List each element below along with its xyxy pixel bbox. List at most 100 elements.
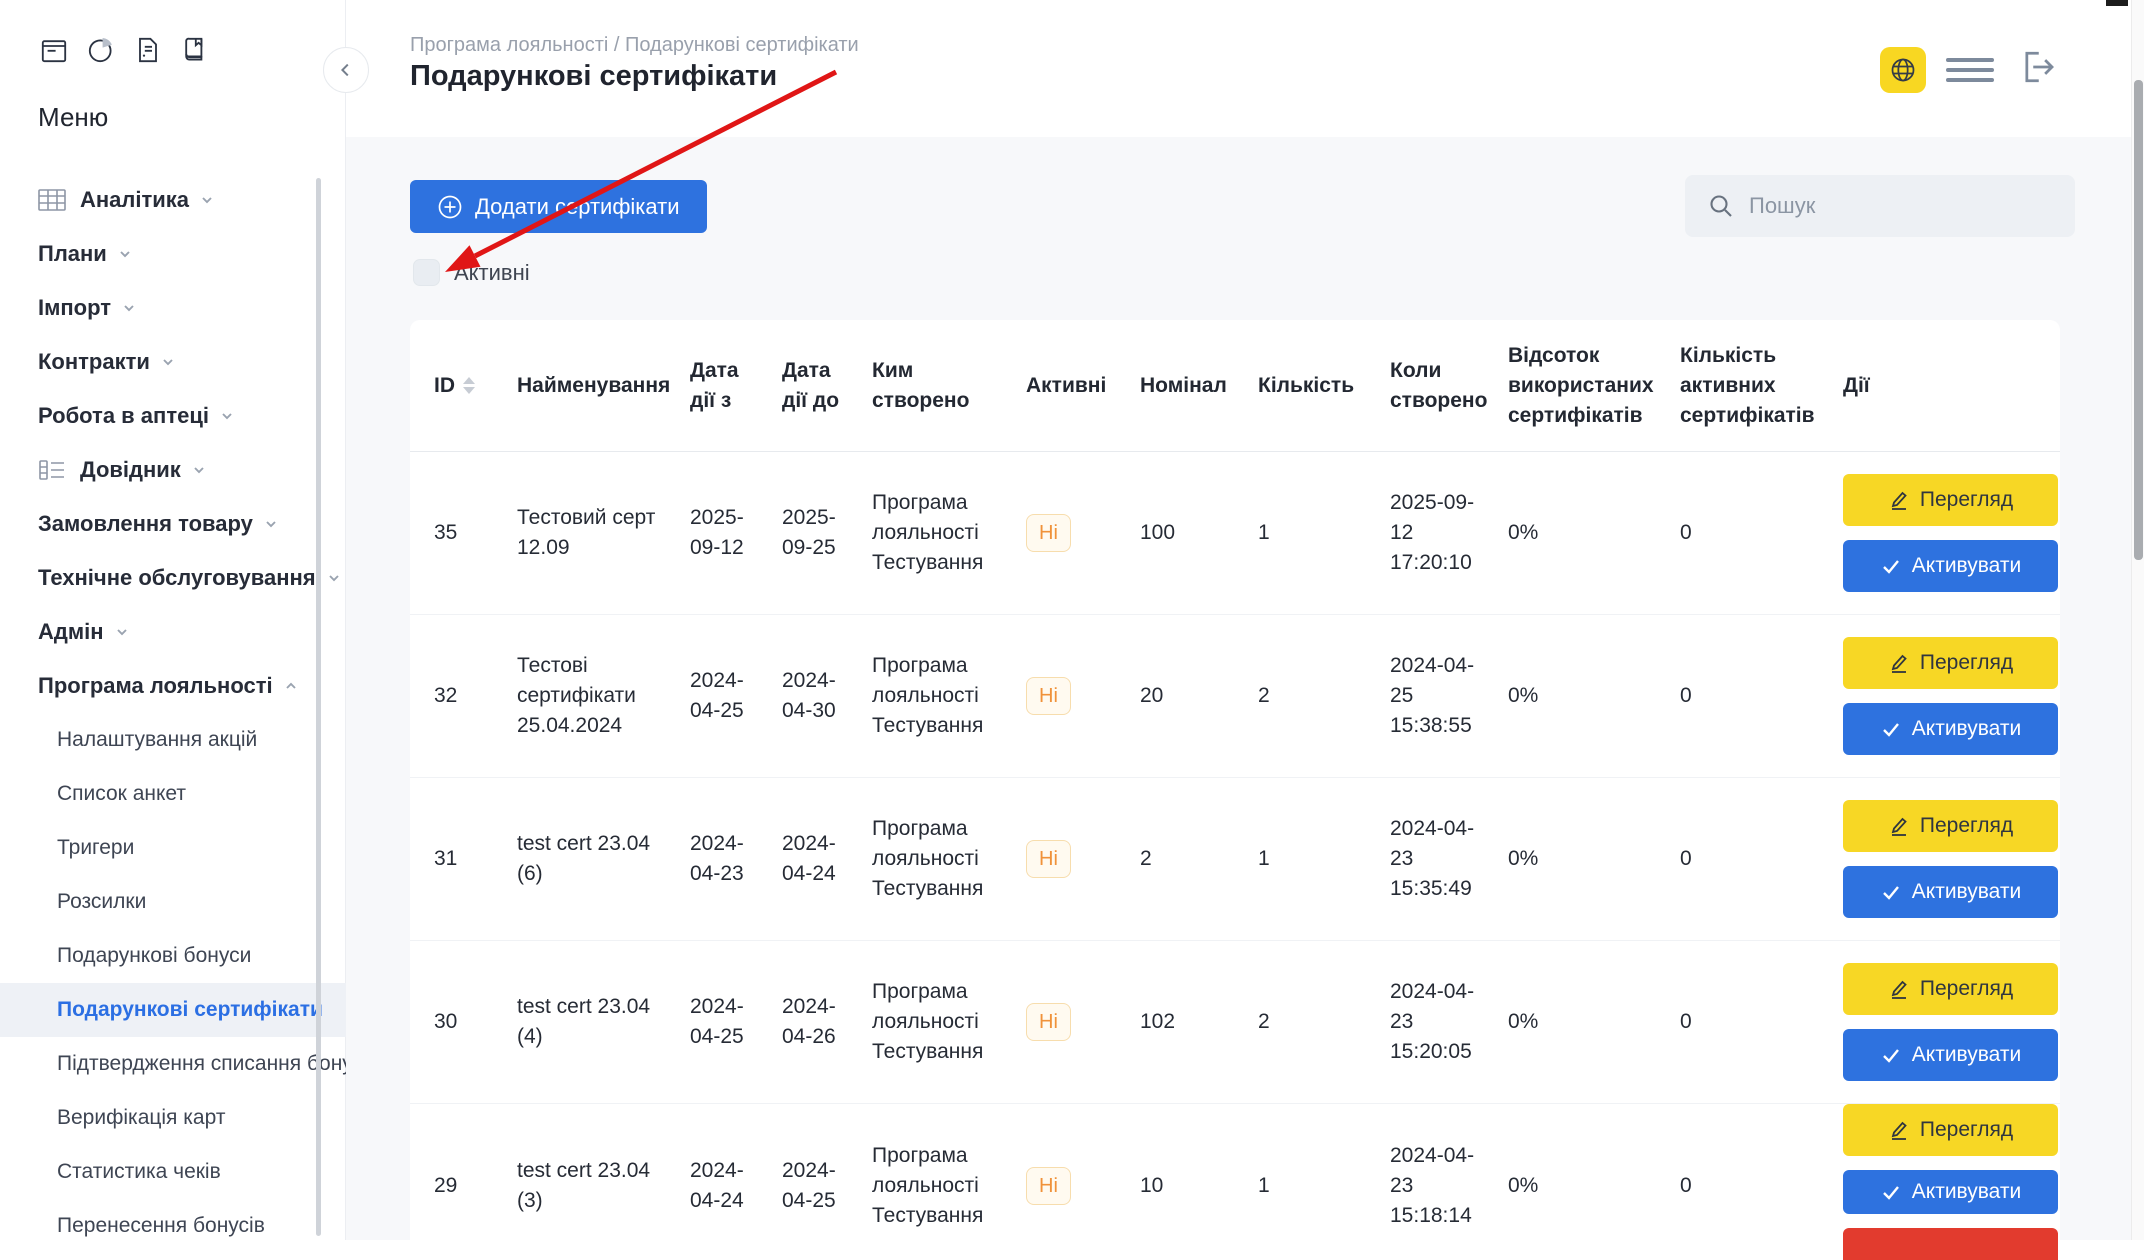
activate-button[interactable]: Активувати (1843, 540, 2058, 592)
active-filter-checkbox[interactable] (413, 259, 440, 286)
language-button[interactable] (1880, 46, 1926, 93)
globe-icon (1891, 58, 1915, 81)
activate-button[interactable]: Активувати (1843, 1170, 2058, 1214)
pie-chart-icon[interactable] (85, 34, 117, 66)
check-icon (1882, 886, 1899, 900)
sidebar-subitem-mailings[interactable]: Розсилки (0, 875, 346, 929)
active-filter: Активні (413, 259, 530, 286)
sidebar-subitem-receipt-stats[interactable]: Статистика чеків (0, 1145, 346, 1199)
column-header-valid-to: Дата дії до (782, 358, 840, 412)
scrollbar-thumb[interactable] (2134, 80, 2143, 560)
activate-button[interactable]: Активувати (1843, 1029, 2058, 1081)
search (1685, 175, 2075, 237)
table-row: 29 test cert 23.04 (3) 2024-04-24 2024-0… (410, 1104, 2060, 1260)
sidebar-subitem-promo-settings[interactable]: Налаштування акцій (0, 713, 346, 767)
chevron-down-icon (124, 305, 134, 312)
column-header-name: Найменування (517, 373, 671, 397)
column-header-active-certs: Кількість активних сертифікатів (1680, 343, 1815, 427)
search-input[interactable] (1685, 175, 2075, 237)
chevron-down-icon (202, 197, 212, 204)
chevron-down-icon (116, 629, 127, 636)
breadcrumb[interactable]: Програма лояльності / Подарункові сертиф… (410, 34, 859, 57)
sidebar-item-admin[interactable]: Адмін (0, 605, 346, 659)
view-button[interactable]: Перегляд (1843, 963, 2058, 1015)
chevron-down-icon (194, 467, 204, 474)
add-certificates-button[interactable]: Додати сертифікати (410, 180, 707, 233)
logo-icon-row (38, 34, 211, 66)
sidebar-subitem-bonus-writeoff-confirm[interactable]: Підтвердження списання бону... (0, 1037, 346, 1091)
status-badge: Ні (1026, 1167, 1071, 1205)
table-row: 31 test cert 23.04 (6) 2024-04-23 2024-0… (410, 778, 2060, 941)
chevron-up-icon (285, 682, 296, 689)
view-button[interactable]: Перегляд (1843, 637, 2058, 689)
content-area: Додати сертифікати Активні ID Найменуван… (346, 137, 2144, 1260)
list-rows-icon (38, 458, 66, 482)
main-area: Програма лояльності / Подарункові сертиф… (323, 0, 2144, 1260)
column-header-used-percent: Відсоток використаних сертифікатів (1508, 343, 1654, 427)
view-button[interactable]: Перегляд (1843, 474, 2058, 526)
sidebar-subitem-triggers[interactable]: Тригери (0, 821, 346, 875)
edit-icon (1891, 1121, 1907, 1140)
table-grid-icon (38, 188, 66, 212)
window-scrollbar[interactable] (2131, 0, 2144, 1240)
logout-button[interactable] (2014, 45, 2058, 94)
sidebar-collapse-button[interactable] (323, 47, 369, 93)
status-badge: Ні (1026, 1003, 1071, 1041)
chevron-down-icon (266, 521, 276, 528)
chevron-down-icon (163, 359, 173, 366)
edit-icon (1891, 654, 1907, 673)
sidebar-scrollbar[interactable] (316, 178, 321, 1236)
plus-circle-icon (438, 195, 462, 218)
check-icon (1882, 1049, 1899, 1063)
sort-icon (463, 377, 475, 394)
edit-icon (1891, 980, 1907, 999)
topbar: Програма лояльності / Подарункові сертиф… (346, 0, 2144, 137)
column-header-created-by: Ким створено (872, 358, 970, 412)
browser-corner-mark (2106, 0, 2128, 6)
view-button[interactable]: Перегляд (1843, 800, 2058, 852)
activate-button[interactable]: Активувати (1843, 866, 2058, 918)
sidebar-item-contracts[interactable]: Контракти (0, 335, 346, 389)
sidebar-subitem-gift-certificates[interactable]: Подарункові сертифікати (0, 983, 346, 1037)
chevron-left-icon (340, 63, 349, 77)
status-badge: Ні (1026, 840, 1071, 878)
column-header-nominal: Номінал (1140, 373, 1227, 397)
sidebar-subitem-bonus-transfer[interactable]: Перенесення бонусів (0, 1199, 346, 1253)
check-icon (1882, 723, 1899, 737)
chevron-down-icon (222, 413, 232, 420)
check-icon (1882, 1186, 1899, 1200)
column-header-id[interactable]: ID (434, 371, 517, 401)
active-filter-label: Активні (454, 259, 530, 285)
archive-icon[interactable] (38, 34, 70, 66)
column-header-quantity: Кількість (1258, 373, 1355, 397)
sidebar-subitem-card-verification[interactable]: Верифікація карт (0, 1091, 346, 1145)
column-header-valid-from: Дата дії з (690, 358, 739, 412)
sidebar-item-loyalty-program[interactable]: Програма лояльності (0, 659, 346, 713)
sidebar-item-maintenance[interactable]: Технічне обслуговування (0, 551, 346, 605)
status-badge: Ні (1026, 677, 1071, 715)
edit-icon (1891, 817, 1907, 836)
document-icon[interactable] (132, 34, 164, 66)
chevron-down-icon (328, 575, 339, 582)
column-header-created-at: Коли створено (1390, 358, 1488, 412)
sidebar-item-pharmacy-work[interactable]: Робота в аптеці (0, 389, 346, 443)
page-title: Подарункові сертифікати (410, 60, 778, 92)
menu-toggle-button[interactable] (1946, 55, 1994, 85)
sidebar-item-goods-order[interactable]: Замовлення товару (0, 497, 346, 551)
sidebar-item-analytics[interactable]: Аналітика (0, 173, 346, 227)
table-header-row: ID Найменування Дата дії з Дата дії до К… (410, 320, 2060, 452)
table-row: 35 Тестовий серт 12.09 2025-09-12 2025-0… (410, 452, 2060, 615)
book-icon[interactable] (179, 34, 211, 66)
sidebar: Меню Аналітика Плани Імпорт Контракти Ро… (0, 0, 346, 1240)
hidden-action-button[interactable] (1843, 1228, 2058, 1260)
chevron-down-icon (120, 251, 130, 258)
table-row: 30 test cert 23.04 (4) 2024-04-25 2024-0… (410, 941, 2060, 1104)
activate-button[interactable]: Активувати (1843, 703, 2058, 755)
view-button[interactable]: Перегляд (1843, 1104, 2058, 1156)
sidebar-subitem-gift-bonuses[interactable]: Подарункові бонуси (0, 929, 346, 983)
sidebar-subitem-questionnaires[interactable]: Список анкет (0, 767, 346, 821)
sidebar-item-plans[interactable]: Плани (0, 227, 346, 281)
sidebar-item-import[interactable]: Імпорт (0, 281, 346, 335)
search-icon (1710, 195, 1732, 217)
sidebar-item-directory[interactable]: Довідник (0, 443, 346, 497)
